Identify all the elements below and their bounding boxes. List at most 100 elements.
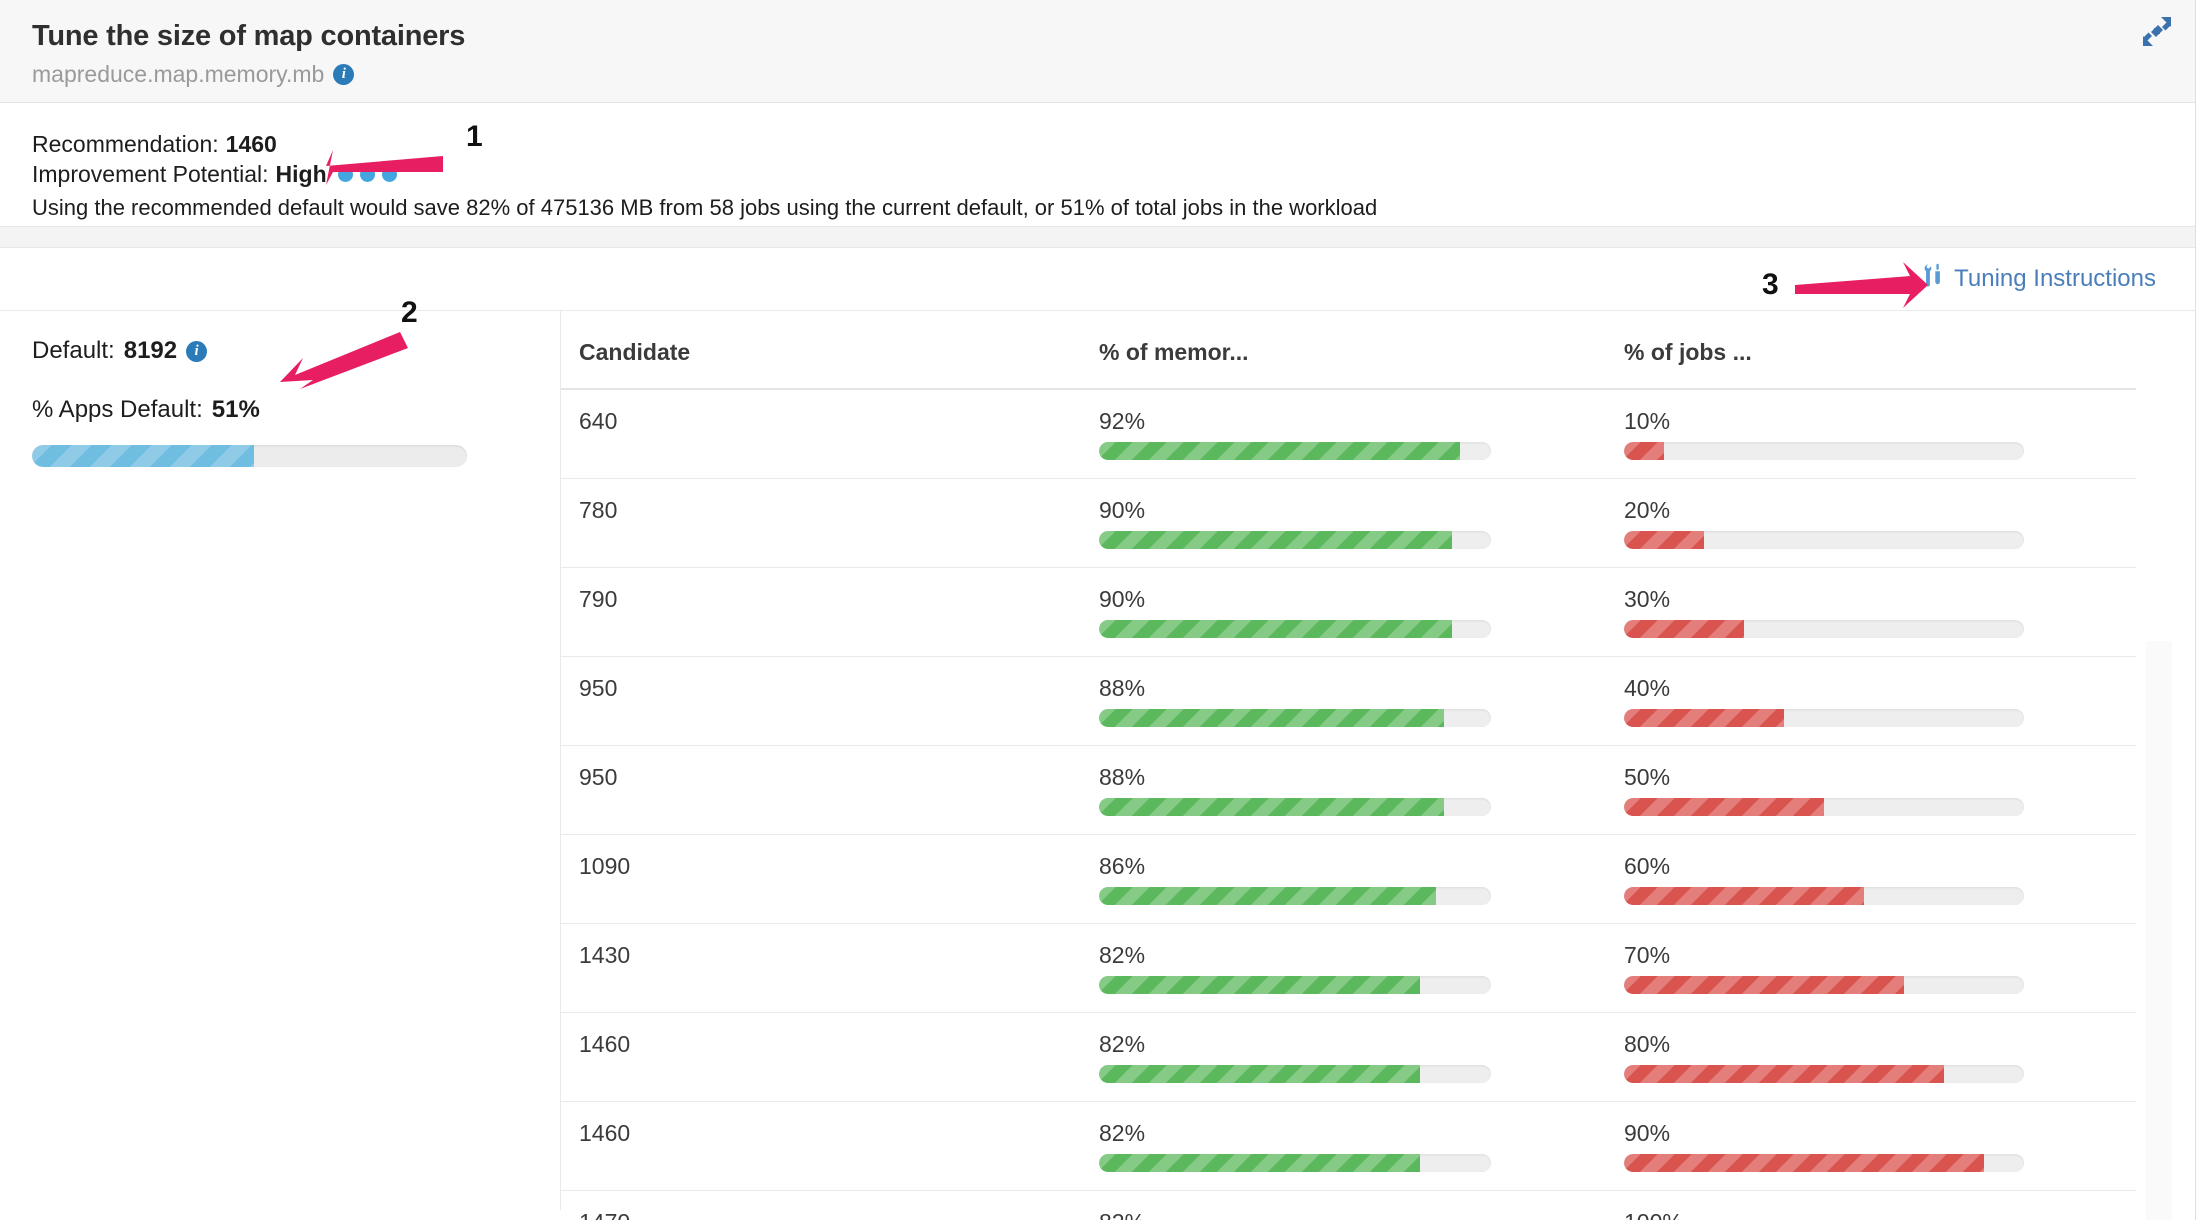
cell-jobs: 90% xyxy=(1606,1101,2136,1191)
cell-memory: 88% xyxy=(1081,656,1606,746)
memory-progress-track xyxy=(1099,531,1491,549)
table-row[interactable]: 1460 82% 80% xyxy=(561,1012,2136,1102)
improvement-potential-line: Improvement Potential: High xyxy=(32,159,2196,189)
jobs-value: 20% xyxy=(1624,497,1671,523)
column-header-candidate[interactable]: Candidate xyxy=(561,311,1081,390)
jobs-progress-fill xyxy=(1624,887,1864,905)
column-header-memory[interactable]: % of memor... xyxy=(1081,311,1606,390)
memory-progress-track xyxy=(1099,442,1491,460)
default-value: 8192 xyxy=(123,337,178,364)
jobs-progress-fill xyxy=(1624,709,1784,727)
memory-progress-track xyxy=(1099,709,1491,727)
memory-progress-fill xyxy=(1099,887,1437,905)
jobs-progress-fill xyxy=(1624,798,1824,816)
default-value-line: Default: 8192 i xyxy=(32,335,560,367)
table-header-row: Candidate % of memor... % of jobs ... xyxy=(561,311,2136,390)
memory-value: 82% xyxy=(1099,1031,1146,1057)
left-summary-panel: Default: 8192 i % Apps Default: 51% xyxy=(0,311,560,1210)
apps-default-value: 51% xyxy=(211,396,260,423)
section-divider xyxy=(0,226,2196,248)
cell-memory: 86% xyxy=(1081,834,1606,924)
cell-candidate: 790 xyxy=(561,567,1081,657)
cell-candidate: 1430 xyxy=(561,923,1081,1013)
memory-value: 90% xyxy=(1099,586,1146,612)
panel-body: Default: 8192 i % Apps Default: 51% Cand… xyxy=(0,310,2196,1220)
info-icon[interactable]: i xyxy=(333,63,355,85)
cell-memory: 82% xyxy=(1081,1190,1606,1220)
jobs-progress-track xyxy=(1624,531,2024,549)
jobs-value: 50% xyxy=(1624,764,1671,790)
table-row[interactable]: 1460 82% 90% xyxy=(561,1101,2136,1191)
memory-progress-track xyxy=(1099,1154,1491,1172)
recommendation-value: 1460 xyxy=(225,131,277,157)
memory-value: 88% xyxy=(1099,675,1146,701)
memory-progress-track xyxy=(1099,620,1491,638)
cell-candidate: 1460 xyxy=(561,1101,1081,1191)
table-row[interactable]: 780 90% 20% xyxy=(561,478,2136,568)
cell-jobs: 60% xyxy=(1606,834,2136,924)
cell-memory: 92% xyxy=(1081,389,1606,479)
page-title: Tune the size of map containers xyxy=(32,20,466,52)
default-label: Default: xyxy=(32,337,115,364)
info-icon[interactable]: i xyxy=(186,340,208,362)
memory-progress-track xyxy=(1099,976,1491,994)
collapse-icon[interactable] xyxy=(2140,14,2174,48)
apps-default-label: % Apps Default: xyxy=(32,396,203,423)
memory-value: 82% xyxy=(1099,1209,1606,1220)
memory-progress-fill xyxy=(1099,798,1444,816)
jobs-progress-track xyxy=(1624,798,2024,816)
cell-candidate: 1470 xyxy=(561,1190,1081,1220)
memory-progress-fill xyxy=(1099,1065,1421,1083)
table-row[interactable]: 950 88% 40% xyxy=(561,656,2136,746)
apps-default-line: % Apps Default: 51% xyxy=(32,394,560,426)
memory-value: 92% xyxy=(1099,408,1146,434)
cell-jobs: 100% xyxy=(1606,1190,2136,1220)
table-row[interactable]: 1090 86% 60% xyxy=(561,834,2136,924)
memory-progress-track xyxy=(1099,798,1491,816)
memory-value: 82% xyxy=(1099,1120,1146,1146)
table-row[interactable]: 1470 82% 100% xyxy=(561,1190,2136,1220)
improvement-potential-dots xyxy=(337,166,397,182)
memory-progress-track xyxy=(1099,887,1491,905)
cell-jobs: 20% xyxy=(1606,478,2136,568)
wrench-screwdriver-icon xyxy=(1920,262,1947,296)
table-row[interactable]: 1430 82% 70% xyxy=(561,923,2136,1013)
tuning-instructions-link[interactable]: Tuning Instructions xyxy=(1920,262,2156,296)
table-row[interactable]: 640 92% 10% xyxy=(561,389,2136,479)
jobs-progress-track xyxy=(1624,1154,2024,1172)
memory-value: 90% xyxy=(1099,497,1146,523)
memory-progress-fill xyxy=(1099,976,1421,994)
cell-memory: 82% xyxy=(1081,1012,1606,1102)
annotation-number-1: 1 xyxy=(466,120,483,153)
annotation-number-3: 3 xyxy=(1762,268,1779,301)
cell-jobs: 40% xyxy=(1606,656,2136,746)
cell-memory: 82% xyxy=(1081,1101,1606,1191)
memory-progress-fill xyxy=(1099,1154,1421,1172)
jobs-progress-fill xyxy=(1624,531,1704,549)
jobs-progress-track xyxy=(1624,1065,2024,1083)
cell-jobs: 70% xyxy=(1606,923,2136,1013)
tuning-instructions-label: Tuning Instructions xyxy=(1954,265,2156,292)
potential-dot xyxy=(359,166,375,182)
recommendation-line: Recommendation: 1460 xyxy=(32,129,2196,159)
memory-progress-fill xyxy=(1099,709,1444,727)
cell-memory: 90% xyxy=(1081,567,1606,657)
cell-candidate: 1460 xyxy=(561,1012,1081,1102)
candidates-table-wrap: Candidate % of memor... % of jobs ... 64… xyxy=(560,311,2196,1220)
vertical-scrollbar[interactable] xyxy=(2146,641,2172,1220)
table-row[interactable]: 950 88% 50% xyxy=(561,745,2136,835)
cell-memory: 82% xyxy=(1081,923,1606,1013)
candidates-table: Candidate % of memor... % of jobs ... 64… xyxy=(561,311,2136,1220)
recommendation-block: Recommendation: 1460 Improvement Potenti… xyxy=(0,103,2196,226)
cell-memory: 90% xyxy=(1081,478,1606,568)
column-header-jobs[interactable]: % of jobs ... xyxy=(1606,311,2136,390)
cell-candidate: 640 xyxy=(561,389,1081,479)
improvement-potential-label: Improvement Potential: xyxy=(32,161,269,187)
jobs-value: 90% xyxy=(1624,1120,1671,1146)
jobs-value: 40% xyxy=(1624,675,1671,701)
cell-candidate: 780 xyxy=(561,478,1081,568)
annotation-number-2: 2 xyxy=(401,296,418,329)
memory-progress-fill xyxy=(1099,442,1460,460)
memory-progress-fill xyxy=(1099,531,1452,549)
table-row[interactable]: 790 90% 30% xyxy=(561,567,2136,657)
